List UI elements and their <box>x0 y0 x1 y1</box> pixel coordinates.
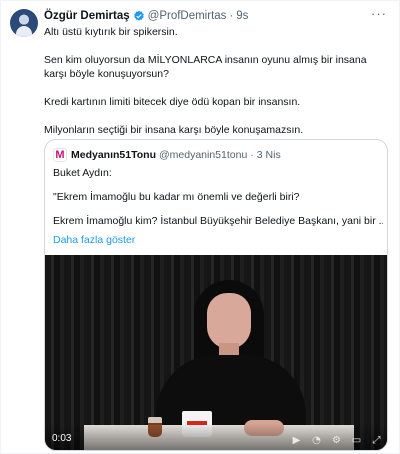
quoted-paragraph: "Ekrem İmamoğlu bu kadar mı önemli ve de… <box>53 191 300 203</box>
video-controls: 0:03 ▶ ◔ ⚙ ▭ ⤢ <box>45 423 387 450</box>
quoted-tweet-text: Buket Aydın: "Ekrem İmamoğlu bu kadar mı… <box>53 166 383 238</box>
author-avatar[interactable] <box>10 9 38 37</box>
video-person-face <box>207 293 251 349</box>
quoted-author-avatar[interactable]: M <box>53 148 67 162</box>
tweet-header: Özgür Demirtaş @ProfDemirtas · 9s <box>44 8 248 24</box>
author-name[interactable]: Özgür Demirtaş <box>44 10 130 22</box>
tweet-paragraph: Sen kim oluyorsun da MİLYONLARCA insanın… <box>44 54 367 80</box>
quoted-paragraph: Ekrem İmamoğlu kim? İstanbul Büyükşehir … <box>53 215 383 227</box>
show-more-link[interactable]: Daha fazla göster <box>53 234 135 246</box>
tweet-paragraph: Milyonların seçtiği bir insana karşı böy… <box>44 124 304 136</box>
quoted-paragraph: Buket Aydın: <box>53 167 112 179</box>
separator-dot: · <box>250 149 254 161</box>
tweet-paragraph: Altı üstü kıytırık bir spikersin. <box>44 26 178 38</box>
quoted-tweet-header: M Medyanın51Tonu @medyanin51tonu · 3 Nis <box>53 148 281 162</box>
play-icon[interactable]: ▶ <box>291 435 302 446</box>
more-icon[interactable]: ··· <box>371 7 387 20</box>
video-control-icons: ▶ ◔ ⚙ ▭ ⤢ <box>291 435 382 446</box>
tweet-card[interactable]: Özgür Demirtaş @ProfDemirtas · 9s ··· Al… <box>0 0 400 454</box>
tweet-paragraph: Kredi kartının limiti bitecek diye ödü k… <box>44 96 301 108</box>
quoted-logo-letter: M <box>55 148 65 161</box>
quoted-tweet[interactable]: M Medyanın51Tonu @medyanin51tonu · 3 Nis… <box>44 139 388 451</box>
video-timecode: 0:03 <box>52 433 72 444</box>
settings-icon[interactable]: ⚙ <box>331 435 342 446</box>
volume-icon[interactable]: ◔ <box>311 435 322 446</box>
video-player[interactable]: 0:03 ▶ ◔ ⚙ ▭ ⤢ <box>45 255 387 450</box>
separator-dot: · <box>229 10 234 22</box>
pip-icon[interactable]: ▭ <box>351 435 362 446</box>
author-handle[interactable]: @ProfDemirtas <box>148 10 227 22</box>
quoted-author-handle[interactable]: @medyanin51tonu <box>159 149 247 161</box>
tweet-text: Altı üstü kıytırık bir spikersin. Sen ki… <box>44 25 389 151</box>
fullscreen-icon[interactable]: ⤢ <box>371 435 382 446</box>
tweet-timestamp[interactable]: 9s <box>236 10 248 22</box>
verified-badge-icon <box>133 10 144 21</box>
quoted-timestamp[interactable]: 3 Nis <box>257 149 281 161</box>
quoted-author-name[interactable]: Medyanın51Tonu <box>71 149 156 161</box>
